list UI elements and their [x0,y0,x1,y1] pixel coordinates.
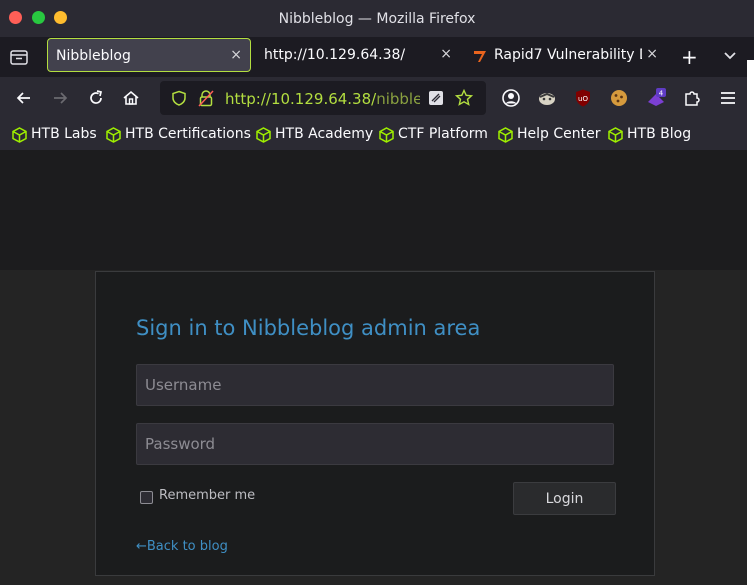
new-tab-button[interactable]: + [681,45,698,69]
url-host: http://10.129.64.38/ [225,90,377,108]
window-titlebar: Nibbleblog — Mozilla Firefox [0,0,754,37]
bookmark-label: HTB Academy [275,126,374,142]
htb-cube-icon [379,127,394,143]
rapid7-icon [474,51,486,62]
reader-view-icon[interactable] [428,90,444,106]
ublock-origin-icon[interactable]: uO [573,88,593,108]
svg-text:uO: uO [578,95,588,103]
firefox-view-icon[interactable] [8,46,30,68]
htb-cube-icon [498,127,513,143]
tab-label: http://10.129.64.38/ [264,47,406,63]
window-title: Nibbleblog — Mozilla Firefox [278,11,476,27]
htb-cube-icon [608,127,623,143]
login-button[interactable]: Login [513,482,616,515]
tab-label: Rapid7 Vulnerability Da [494,47,642,63]
bookmark-label: HTB Labs [31,126,97,142]
tracking-protection-shield-icon[interactable] [171,90,187,106]
chevron-down-icon[interactable] [722,47,738,63]
cookie-extension-icon[interactable] [609,88,629,108]
password-input[interactable] [136,423,614,465]
extension-purple-icon[interactable]: 4 [646,88,666,108]
bookmark-star-icon[interactable] [455,89,473,107]
tab-rapid7[interactable]: Rapid7 Vulnerability Da × [466,38,666,72]
forward-arrow-icon[interactable] [50,88,70,108]
page-header-area [0,150,754,270]
extension-badger-icon[interactable] [537,88,557,108]
bookmark-label: Help Center [517,126,601,142]
back-to-blog-link[interactable]: ←Back to blog [136,539,228,554]
remember-me-label[interactable]: Remember me [159,488,255,503]
tab-ip-address[interactable]: http://10.129.64.38/ × [256,38,460,72]
login-panel: Sign in to Nibbleblog admin area Remembe… [95,271,655,576]
navigation-toolbar: http://10.129.64.38/nibbleblog uO 4 [0,77,754,119]
insecure-lock-icon[interactable] [198,90,214,107]
url-path: nibbleblog [376,90,420,108]
bookmark-label: HTB Blog [627,126,692,142]
htb-cube-icon [106,127,121,143]
username-input[interactable] [136,364,614,406]
tab-nibbleblog[interactable]: Nibbleblog × [47,38,251,72]
background-window-edge [747,60,754,585]
extensions-puzzle-icon[interactable] [682,88,702,108]
reload-icon[interactable] [86,88,106,108]
login-title: Sign in to Nibbleblog admin area [136,316,481,340]
url-text[interactable]: http://10.129.64.38/nibbleblog [225,90,420,108]
tab-close-icon[interactable]: × [230,47,242,63]
htb-cube-icon [256,127,271,143]
url-bar[interactable]: http://10.129.64.38/nibbleblog [160,81,486,115]
account-icon[interactable] [501,88,521,108]
bookmark-label: CTF Platform [398,126,488,142]
htb-cube-icon [12,127,27,143]
back-arrow-icon[interactable] [14,88,34,108]
bookmarks-toolbar: HTB Labs HTB Certifications HTB Academy … [0,119,754,150]
extension-badge-count: 4 [659,90,664,98]
tab-bar: Nibbleblog × http://10.129.64.38/ × Rapi… [0,37,754,77]
bookmark-label: HTB Certifications [125,126,251,142]
hamburger-menu-icon[interactable] [718,88,738,108]
home-icon[interactable] [121,88,141,108]
tab-close-icon[interactable]: × [646,46,658,62]
remember-me-checkbox[interactable] [140,491,153,504]
tab-close-icon[interactable]: × [440,46,452,62]
tab-label: Nibbleblog [56,48,131,64]
